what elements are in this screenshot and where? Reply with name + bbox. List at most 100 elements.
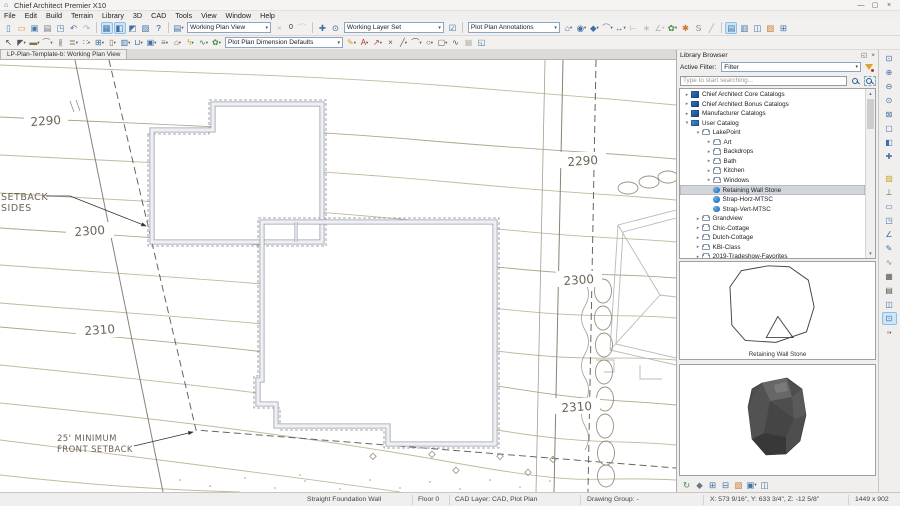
zoom-tool-button[interactable]: ⊙ <box>329 22 341 34</box>
annotation-set-combo[interactable]: Plot Plan Annotations ▾ <box>467 22 560 33</box>
layer-display-options-button[interactable]: ☑ <box>446 22 458 34</box>
zoom-out-button[interactable]: ⊖ <box>882 80 897 93</box>
scroll-down-icon[interactable]: ▼ <box>866 249 875 258</box>
tree-item-strap-horz-mtsc[interactable]: Strap-Horz-MTSC <box>680 195 865 205</box>
cad-circle-button[interactable]: ○ ▾ <box>424 37 436 49</box>
color-chooser-button[interactable]: ▫ ▾ <box>882 326 897 339</box>
render-view-button[interactable]: ◆ ▾ <box>588 22 600 34</box>
curved-wall-button[interactable]: ⌒ ▾ <box>42 37 54 49</box>
terrain-button[interactable]: ∿ ▾ <box>198 37 210 49</box>
layer-set-combo[interactable]: Working Layer Set ▾ <box>343 22 444 33</box>
straight-wall-button[interactable]: ▬ ▾ <box>29 37 41 49</box>
tree-expander-icon[interactable]: ▸ <box>705 149 713 155</box>
materials-list-button[interactable]: ▨ <box>140 22 152 34</box>
print-button[interactable]: ▤ <box>42 22 54 34</box>
library-3d-preview[interactable] <box>679 364 876 477</box>
tree-expander-icon[interactable]: ▸ <box>683 92 691 98</box>
fill-window-button[interactable]: ⊠ <box>882 108 897 121</box>
edit-area-button[interactable]: ∠ <box>882 228 897 241</box>
roof-button[interactable]: ⌂ ▾ <box>172 37 184 49</box>
arc-tool-button[interactable]: ⌒ ▾ <box>601 22 613 34</box>
tree-expander-icon[interactable]: ▾ <box>683 120 691 126</box>
tree-expander-icon[interactable]: ▸ <box>705 158 713 164</box>
line-tool-button[interactable]: ╱ <box>705 22 717 34</box>
save-plan-button[interactable]: ▣ <box>29 22 41 34</box>
menu-view[interactable]: View <box>201 11 216 20</box>
plan-view-combo[interactable]: Working Plan View ▾ <box>187 22 271 33</box>
fencing-button[interactable]: ∷ ▾ <box>81 37 93 49</box>
maximize-button[interactable]: ▢ <box>868 1 882 9</box>
active-layer-display-button[interactable]: ◫ <box>751 22 763 34</box>
angular-dimension-button[interactable]: ∠ ▾ <box>653 22 665 34</box>
help-button[interactable]: ? <box>153 22 165 34</box>
tree-item-manufacturer-catalogs[interactable]: ▸ Manufacturer Catalogs <box>680 109 865 119</box>
text-button[interactable]: A ▾ <box>359 37 371 49</box>
library-browser-button[interactable]: ▤ <box>725 21 738 34</box>
tree-item-dutch-cottage[interactable]: ▸ Dutch-Cottage <box>680 233 865 243</box>
tree-item-kitchen[interactable]: ▸ Kitchen <box>680 166 865 176</box>
tree-item-backdrops[interactable]: ▸ Backdrops <box>680 147 865 157</box>
leader-line-button[interactable]: ↗ ▾ <box>372 37 384 49</box>
menu-edit[interactable]: Edit <box>25 11 37 20</box>
tree-expander-icon[interactable]: ▸ <box>694 216 702 222</box>
filter-funnel-icon[interactable] <box>863 62 875 73</box>
appliance-button[interactable]: ▣ ▾ <box>146 37 158 49</box>
zoom-preview-button[interactable]: ⊡ <box>881 312 897 325</box>
tab-working-plan-view[interactable]: LP-Plan-Template-b: Working Plan View <box>0 49 128 59</box>
pan-window-button[interactable]: ✚ <box>882 150 897 163</box>
undo-button[interactable]: ↶ <box>68 22 80 34</box>
three-d-view-button[interactable]: ⌂ ▾ <box>562 22 574 34</box>
tree-item-user-catalog[interactable]: ▾ User Catalog <box>680 118 865 128</box>
reference-grid-button[interactable]: ▧ <box>764 22 776 34</box>
tile-vertical-button[interactable]: ⊞ <box>707 479 719 491</box>
menu-cad[interactable]: CAD <box>151 11 166 20</box>
auto-dimension-button[interactable]: ⊢ <box>627 22 639 34</box>
tree-item-windows[interactable]: ▸ Windows <box>680 176 865 186</box>
tree-expander-icon[interactable]: ▸ <box>683 101 691 107</box>
tree-expander-icon[interactable]: ▸ <box>705 177 713 183</box>
saved-plan-views-button[interactable]: ▤ ▾ <box>173 22 185 34</box>
elevation-view-button[interactable]: ◧ <box>113 21 126 34</box>
menu-file[interactable]: File <box>4 11 16 20</box>
tree-expander-icon[interactable]: ▸ <box>694 254 702 258</box>
camera-view-button[interactable]: ◉ ▾ <box>575 22 587 34</box>
floor-up-button[interactable]: ⌒ <box>296 22 308 34</box>
tree-expander-icon[interactable]: ▸ <box>705 139 713 145</box>
project-browser-button[interactable]: ▥ <box>738 22 750 34</box>
toolbar-customize-button[interactable]: ⊞ <box>777 22 789 34</box>
pan-button[interactable]: ✚ <box>316 22 328 34</box>
tree-expander-icon[interactable]: ▾ <box>694 130 702 136</box>
perspective-view-button[interactable]: ◩ <box>127 22 139 34</box>
style-palette-button[interactable]: S <box>692 22 704 34</box>
preview-3d-button[interactable]: ◆ <box>694 479 706 491</box>
plot-plan-drawing[interactable]: 2290 2290 2300 2300 2310 2310 SETBACK SI… <box>0 60 676 492</box>
search-options-icon[interactable] <box>862 75 876 86</box>
stairs-button[interactable]: ≡ ▾ <box>159 37 171 49</box>
tree-item-chic-cottage[interactable]: ▸ Chic-Cottage <box>680 223 865 233</box>
edit-defaults-button[interactable]: ✎ ▾ <box>346 37 358 49</box>
library-2d-preview[interactable]: Retaining Wall Stone <box>679 260 876 361</box>
select-objects-button[interactable]: ↖ <box>3 37 15 49</box>
railing-button[interactable]: ≣ ▾ <box>68 37 80 49</box>
tree-scrollbar[interactable]: ▲ ▼ <box>865 88 875 258</box>
tree-expander-icon[interactable]: ▸ <box>694 225 702 231</box>
folder-view-button[interactable]: ▧ <box>733 479 745 491</box>
copy-region-button[interactable]: ◳ <box>882 214 897 227</box>
menu-library[interactable]: Library <box>102 11 124 20</box>
zoom-in-button[interactable]: ⊕ <box>882 66 897 79</box>
export-picture-button[interactable]: ◳ <box>55 22 67 34</box>
floor-plan-view-button[interactable]: ▦ <box>100 21 113 34</box>
refresh-library-button[interactable]: ↻ <box>681 479 693 491</box>
cad-arc-button[interactable]: ⌒ ▾ <box>411 37 423 49</box>
scroll-thumb[interactable] <box>867 98 874 129</box>
menu-terrain[interactable]: Terrain <box>71 11 93 20</box>
tree-item-2019-tradeshow-favorites[interactable]: ▸ 2019-Tradeshow-Favorites <box>680 252 865 258</box>
tree-item-grandview[interactable]: ▸ Grandview <box>680 214 865 224</box>
cabinet-button[interactable]: ▥ ▾ <box>120 37 132 49</box>
tree-expander-icon[interactable]: ▸ <box>705 168 713 174</box>
angle-snaps-button[interactable]: ◫ <box>882 298 897 311</box>
undo-zoom-button[interactable]: ⊙ <box>882 94 897 107</box>
cad-spline-button[interactable]: ∿ <box>450 37 462 49</box>
spline-sidebar-button[interactable]: ∿ <box>882 256 897 269</box>
tree-item-art[interactable]: ▸ Art <box>680 138 865 148</box>
